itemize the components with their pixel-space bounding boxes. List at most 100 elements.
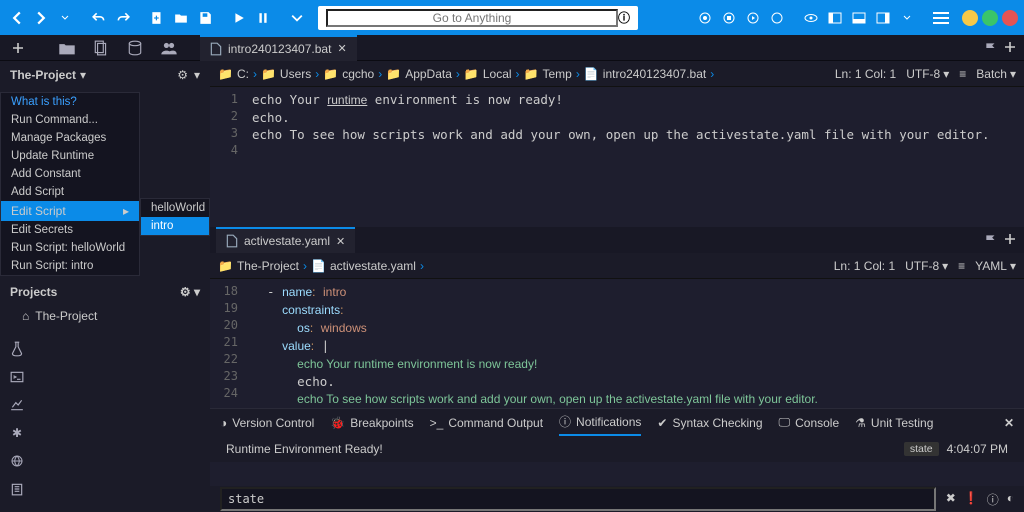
code-content[interactable]: - name: intro constraints: os: windows v… [244,279,1024,408]
add-icon[interactable] [1004,41,1016,55]
code-content[interactable]: echo Your runtime environment is now rea… [244,87,1024,227]
projects-section[interactable]: Projects ⚙ ▾ [0,279,210,305]
help-icon[interactable]: ◐ [1007,491,1014,508]
menu-item[interactable]: What is this? [1,93,139,111]
editor-tab[interactable]: intro240123407.bat ✕ [200,35,357,61]
submenu-item-intro[interactable]: intro [141,217,209,235]
chevron-down-icon[interactable] [896,7,918,29]
menu-item[interactable]: Run Script: helloWorld [1,239,139,257]
files-icon[interactable] [84,40,118,56]
menu-item[interactable]: Run Script: intro [1,257,139,275]
back-icon[interactable] [6,7,28,29]
maximize-icon[interactable] [982,10,998,26]
tab-filename: intro240123407.bat [228,42,331,56]
bottom-tab[interactable]: >_Command Output [430,412,543,434]
breadcrumb-seg[interactable]: 📄 intro240123407.bat › [584,67,714,81]
layout-left-icon[interactable] [824,7,846,29]
close-window-icon[interactable] [1002,10,1018,26]
language-selector[interactable]: YAML ▾ [975,259,1016,273]
breadcrumb-seg[interactable]: 📁 cgcho › [323,67,382,81]
editor-tab[interactable]: activestate.yaml ✕ [216,227,355,253]
dropdown-icon[interactable] [54,7,76,29]
language-selector[interactable]: Batch ▾ [976,67,1016,81]
new-tab-icon[interactable] [6,36,30,60]
menu-icon[interactable] [930,7,952,29]
chevron-down-icon[interactable] [286,7,308,29]
warning-icon[interactable]: ❗ [964,491,979,508]
project-item[interactable]: ⌂ The-Project [0,305,210,327]
play-icon[interactable] [228,7,250,29]
encoding-selector[interactable]: UTF-8 ▾ [906,67,949,81]
bottom-tab[interactable]: ⚗Unit Testing [855,412,933,434]
menu-item[interactable]: Run Command... [1,111,139,129]
bottom-tab[interactable]: 🐞Breakpoints [330,412,413,434]
encoding-selector[interactable]: UTF-8 ▾ [905,259,948,273]
bottom-tab[interactable]: ◑Version Control [220,412,314,434]
layout-bottom-icon[interactable] [848,7,870,29]
breadcrumb-seg[interactable]: 📁 C: › [218,67,257,81]
open-icon[interactable] [170,7,192,29]
submenu-item[interactable]: helloWorld [141,199,209,217]
record-play-icon[interactable] [742,7,764,29]
users-icon[interactable] [152,40,186,56]
command-input[interactable] [220,487,936,511]
breadcrumb-seg[interactable]: 📁 AppData › [386,67,460,81]
menu-item[interactable]: Add Script [1,183,139,201]
book-icon[interactable] [8,480,26,498]
flag-icon[interactable] [984,233,998,247]
menu-item[interactable]: Update Runtime [1,147,139,165]
tab-close-icon[interactable]: ✕ [337,42,346,55]
snowflake-icon[interactable]: ✱ [8,424,26,442]
breadcrumb-seg[interactable]: 📁 Temp › [524,67,580,81]
breadcrumb-seg[interactable]: 📁 Users › [261,67,319,81]
goto-search[interactable]: ⓘ [318,6,638,30]
panel-close-icon[interactable]: ✕ [1004,416,1014,430]
menu-item[interactable]: Manage Packages [1,129,139,147]
database-icon[interactable] [118,40,152,56]
chevron-down-icon[interactable]: ▾ [194,68,200,82]
gear-icon[interactable]: ⚙ [177,68,188,82]
menu-item[interactable]: Edit Secrets [1,221,139,239]
redo-icon[interactable] [112,7,134,29]
gear-icon[interactable]: ⚙ ▾ [180,285,200,299]
flask-icon[interactable] [8,340,26,358]
line-ending-icon[interactable]: ≡ [959,67,966,81]
breadcrumb-seg[interactable]: 📁 Local › [464,67,520,81]
line-ending-icon[interactable]: ≡ [958,259,965,273]
minimize-icon[interactable] [962,10,978,26]
menu-item[interactable]: Add Constant [1,165,139,183]
breadcrumb-seg[interactable]: 📁 The-Project › [218,259,307,273]
flag-icon[interactable] [984,41,998,55]
close-icon[interactable]: ✖ [946,491,956,508]
project-dropdown-label: The-Project [10,68,76,82]
code-editor-1[interactable]: 1234 echo Your runtime environment is no… [210,87,1024,227]
bottom-tab[interactable]: ✔Syntax Checking [657,412,762,434]
tab-close-icon[interactable]: ✕ [336,235,345,248]
new-file-icon[interactable] [146,7,168,29]
pause-icon[interactable] [252,7,274,29]
chart-icon[interactable] [8,396,26,414]
record-start-icon[interactable] [694,7,716,29]
code-editor-2[interactable]: 18192021222324 - name: intro constraints… [210,279,1024,408]
notification-badge: state [904,442,939,456]
record-stop-icon[interactable] [718,7,740,29]
project-dropdown[interactable]: The-Project ▾ ⚙ ▾ [0,61,210,89]
bottom-tab[interactable]: 🖵Console [779,411,840,434]
add-icon[interactable] [1004,233,1016,247]
terminal-icon[interactable] [8,368,26,386]
flask-icon: ⚗ [855,416,866,430]
globe-icon[interactable] [8,452,26,470]
layout-right-icon[interactable] [872,7,894,29]
menu-item-edit-script[interactable]: Edit Script▸ [1,201,139,221]
file-icon [226,234,238,248]
forward-icon[interactable] [30,7,52,29]
explorer-icon[interactable] [50,40,84,56]
save-icon[interactable] [194,7,216,29]
info-icon[interactable]: ⓘ [987,491,999,508]
breadcrumb-seg[interactable]: 📄 activestate.yaml › [311,259,424,273]
bottom-tab[interactable]: ⓘNotifications [559,409,641,436]
record-save-icon[interactable] [766,7,788,29]
undo-icon[interactable] [88,7,110,29]
search-input[interactable] [326,9,618,27]
preview-icon[interactable] [800,7,822,29]
